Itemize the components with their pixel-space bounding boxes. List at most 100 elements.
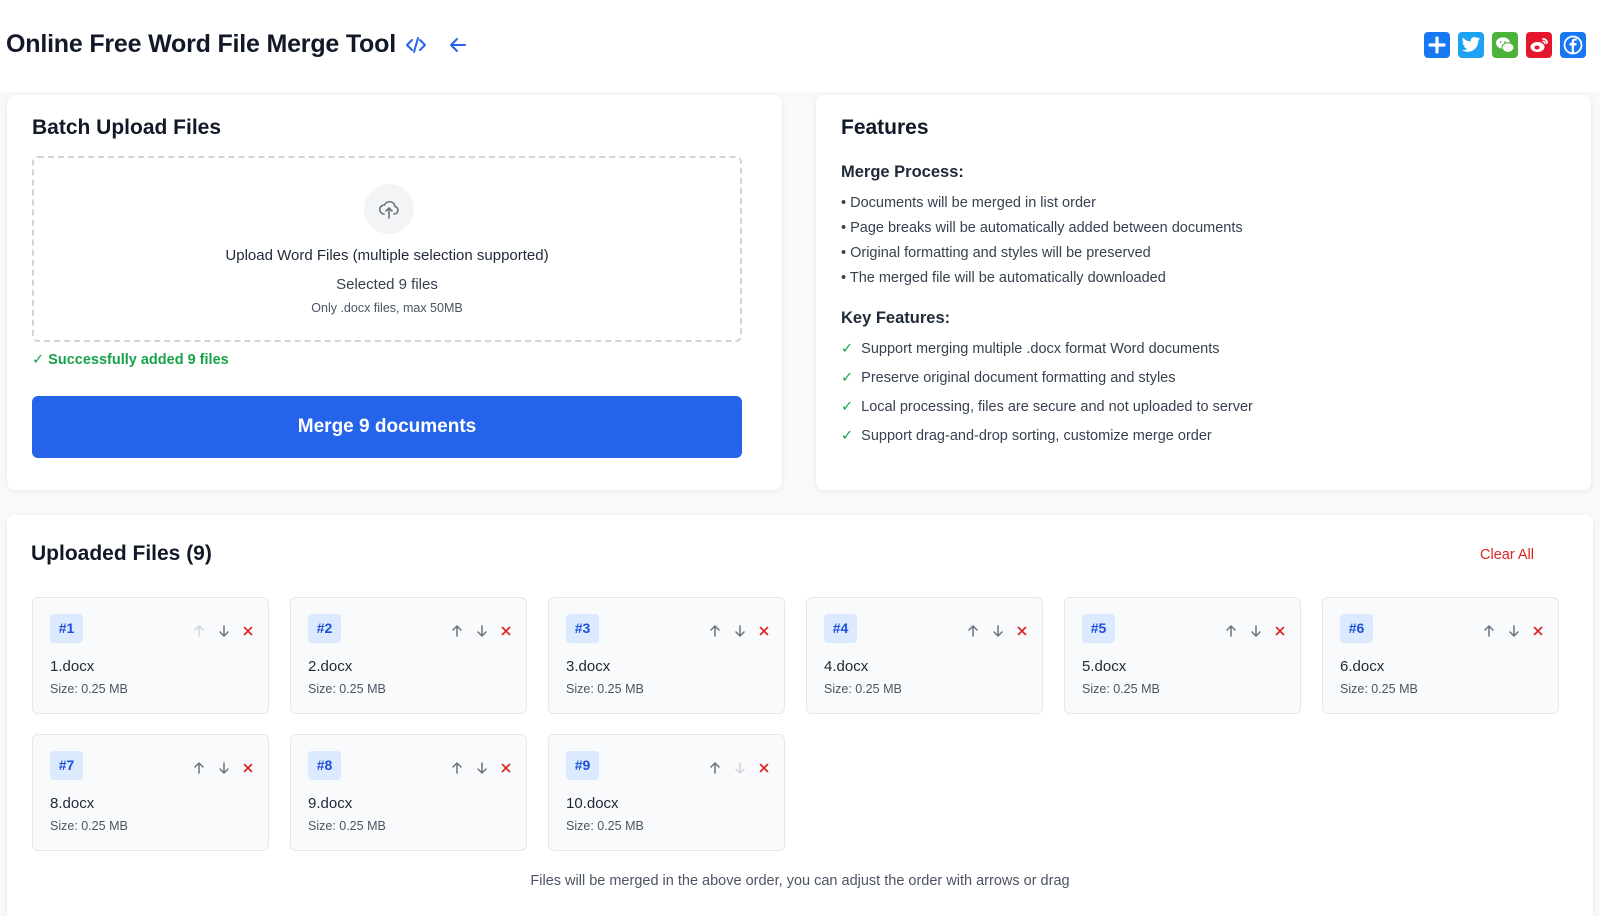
process-item: • Page breaks will be automatically adde… [841,220,1243,236]
uploaded-files-section [7,515,1593,916]
file-size: Size: 0.25 MB [308,682,386,696]
remove-file-icon[interactable] [240,760,256,776]
remove-file-icon[interactable] [1530,623,1546,639]
move-up-icon[interactable] [707,760,723,776]
file-size: Size: 0.25 MB [50,682,128,696]
move-up-icon[interactable] [707,623,723,639]
move-up-icon[interactable] [191,760,207,776]
file-size: Size: 0.25 MB [308,819,386,833]
uploaded-files-title: Uploaded Files (9) [31,542,212,565]
move-down-icon[interactable] [990,623,1006,639]
checkmark-icon: ✓ [841,341,854,357]
move-down-icon[interactable] [732,623,748,639]
file-name: 6.docx [1340,658,1385,675]
features-title: Features [841,116,929,139]
selected-count: Selected 9 files [336,276,438,293]
move-down-icon[interactable] [732,760,748,776]
checkmark-icon: ✓ [841,370,854,386]
remove-file-icon[interactable] [756,760,772,776]
process-item: • Documents will be merged in list order [841,195,1096,211]
file-order-badge: #3 [566,614,599,643]
success-message: ✓ Successfully added 9 files [32,352,229,368]
file-size: Size: 0.25 MB [50,819,128,833]
upload-dropzone[interactable]: Upload Word Files (multiple selection su… [32,156,742,342]
key-feature-item: ✓ Preserve original document formatting a… [841,370,1176,386]
file-name: 1.docx [50,658,95,675]
file-name: 8.docx [50,795,95,812]
move-up-icon[interactable] [965,623,981,639]
facebook-icon[interactable] [1560,32,1586,58]
features-card: Features Merge Process: • Documents will… [816,95,1591,490]
file-card[interactable]: #4 4.docx Size: 0.25 MB [806,597,1043,714]
file-card[interactable]: #3 3.docx Size: 0.25 MB [548,597,785,714]
file-name: 10.docx [566,795,619,812]
file-name: 2.docx [308,658,353,675]
process-item: • The merged file will be automatically … [841,270,1166,286]
move-down-icon[interactable] [474,760,490,776]
file-card[interactable]: #8 9.docx Size: 0.25 MB [290,734,527,851]
remove-file-icon[interactable] [240,623,256,639]
clear-all-link[interactable]: Clear All [1480,547,1534,563]
remove-file-icon[interactable] [1014,623,1030,639]
file-name: 3.docx [566,658,611,675]
file-name: 5.docx [1082,658,1127,675]
remove-file-icon[interactable] [1272,623,1288,639]
file-size: Size: 0.25 MB [1082,682,1160,696]
move-down-icon[interactable] [216,760,232,776]
key-features-title: Key Features: [841,309,951,327]
file-card[interactable]: #1 1.docx Size: 0.25 MB [32,597,269,714]
process-item: • Original formatting and styles will be… [841,245,1151,261]
move-up-icon[interactable] [449,623,465,639]
move-down-icon[interactable] [474,623,490,639]
share-add-icon[interactable] [1424,32,1450,58]
back-arrow-icon[interactable] [446,33,470,57]
page-header: Online Free Word File Merge Tool [0,0,1600,92]
file-card[interactable]: #7 8.docx Size: 0.25 MB [32,734,269,851]
merge-process-title: Merge Process: [841,163,964,181]
move-down-icon[interactable] [1506,623,1522,639]
upload-icon-wrap [364,184,414,234]
move-up-icon[interactable] [1223,623,1239,639]
page-title: Online Free Word File Merge Tool [6,30,396,58]
merge-button[interactable]: Merge 9 documents [32,396,742,458]
weibo-icon[interactable] [1526,32,1552,58]
file-order-badge: #4 [824,614,857,643]
file-order-badge: #7 [50,751,83,780]
file-card[interactable]: #2 2.docx Size: 0.25 MB [290,597,527,714]
remove-file-icon[interactable] [498,623,514,639]
move-down-icon[interactable] [1248,623,1264,639]
cloud-upload-icon [378,200,399,219]
upload-card-title: Batch Upload Files [32,116,222,139]
move-up-icon[interactable] [1481,623,1497,639]
file-card[interactable]: #6 6.docx Size: 0.25 MB [1322,597,1559,714]
move-down-icon[interactable] [216,623,232,639]
remove-file-icon[interactable] [498,760,514,776]
file-size: Size: 0.25 MB [824,682,902,696]
remove-file-icon[interactable] [756,623,772,639]
upload-card: Batch Upload Files Upload Word Files (mu… [7,95,782,490]
file-order-badge: #8 [308,751,341,780]
wechat-icon[interactable] [1492,32,1518,58]
move-up-icon[interactable] [191,623,207,639]
checkmark-icon: ✓ [841,428,854,444]
checkmark-icon: ✓ [841,399,854,415]
file-size: Size: 0.25 MB [566,682,644,696]
file-order-badge: #6 [1340,614,1373,643]
file-order-badge: #5 [1082,614,1115,643]
file-card[interactable]: #9 10.docx Size: 0.25 MB [548,734,785,851]
file-name: 9.docx [308,795,353,812]
file-type-hint: Only .docx files, max 50MB [311,301,463,315]
file-order-badge: #2 [308,614,341,643]
order-hint: Files will be merged in the above order,… [530,873,1070,889]
file-size: Size: 0.25 MB [566,819,644,833]
key-feature-item: ✓ Support merging multiple .docx format W… [841,341,1220,357]
move-up-icon[interactable] [449,760,465,776]
key-feature-item: ✓ Support drag-and-drop sorting, customiz… [841,428,1212,444]
file-order-badge: #9 [566,751,599,780]
file-order-badge: #1 [50,614,83,643]
file-size: Size: 0.25 MB [1340,682,1418,696]
key-feature-item: ✓ Local processing, files are secure and … [841,399,1253,415]
twitter-icon[interactable] [1458,32,1484,58]
file-card[interactable]: #5 5.docx Size: 0.25 MB [1064,597,1301,714]
code-icon[interactable] [404,33,428,57]
